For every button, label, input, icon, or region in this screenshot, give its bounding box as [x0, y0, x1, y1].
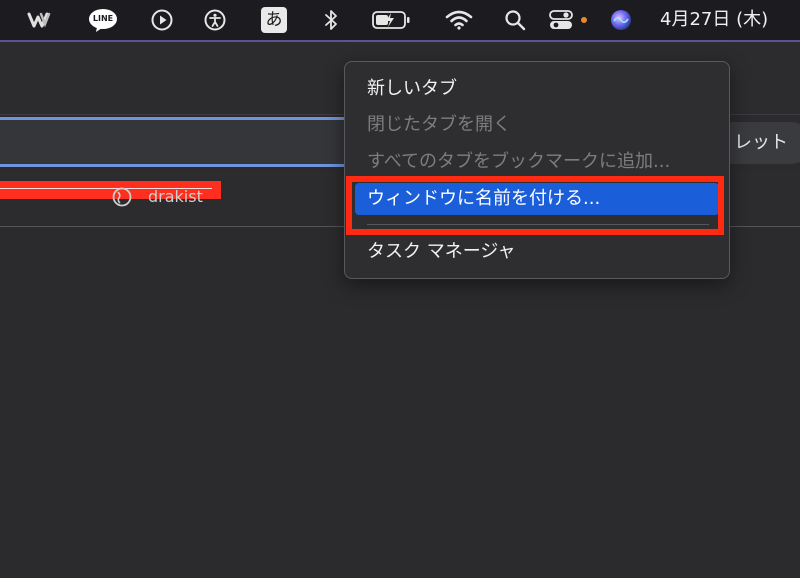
menu-separator — [367, 224, 709, 225]
menu-item-task-manager[interactable]: タスク マネージャ — [367, 237, 515, 267]
bookmark-item-drakist[interactable]: drakist — [148, 184, 203, 210]
page-content — [0, 227, 800, 578]
menu-item-reopen-closed-tab: 閉じたタブを開く — [367, 114, 511, 135]
line-icon-label: LINE — [92, 14, 114, 23]
input-method-icon[interactable]: あ — [261, 7, 287, 33]
play-icon[interactable] — [150, 8, 174, 32]
tab-context-menu: 新しいタブ 閉じたタブを開く すべてのタブをブックマークに追加... ウィンドウ… — [344, 61, 730, 279]
status-dot-icon — [580, 8, 588, 32]
webex-icon[interactable] — [26, 8, 54, 32]
menu-item-new-tab[interactable]: 新しいタブ — [367, 74, 457, 104]
wifi-icon[interactable] — [444, 8, 474, 32]
input-method-label: あ — [261, 7, 287, 33]
bluetooth-icon[interactable] — [322, 8, 340, 32]
control-center-icon[interactable] — [548, 8, 574, 32]
line-icon[interactable]: LINE — [88, 8, 118, 32]
menu-bar-clock[interactable]: 4月27日 (木) — [660, 8, 768, 32]
menu-item-bookmark-all-tabs: すべてのタブをブックマークに追加... — [367, 151, 671, 172]
siri-icon[interactable] — [609, 8, 633, 32]
toolbar-pill-label: レット — [734, 132, 788, 153]
menu-item-name-window[interactable]: ウィンドウに名前を付ける... — [367, 184, 600, 214]
globe-icon — [112, 187, 132, 207]
address-bar[interactable] — [0, 117, 356, 167]
search-icon[interactable] — [503, 8, 527, 32]
menu-bar: LINE あ 4月27日 (木) — [0, 0, 800, 40]
accessibility-icon[interactable] — [203, 8, 227, 32]
battery-charging-icon[interactable] — [372, 8, 412, 32]
